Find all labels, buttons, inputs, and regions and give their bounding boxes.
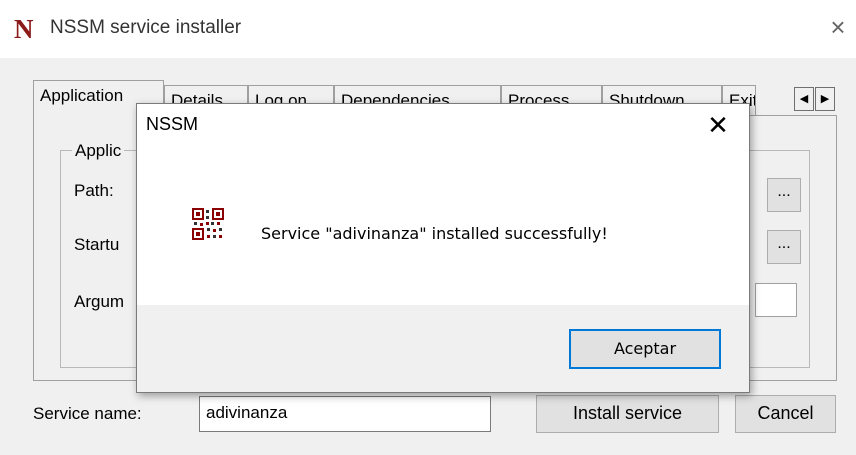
application-group-legend: Applic xyxy=(72,141,125,161)
aceptar-button[interactable]: Aceptar xyxy=(569,329,721,369)
qr-code-icon xyxy=(192,208,224,240)
arguments-label: Argum xyxy=(74,292,125,311)
service-name-input[interactable]: adivinanza xyxy=(199,396,491,432)
title-bar: N NSSM service installer × xyxy=(0,0,856,58)
cancel-button[interactable]: Cancel xyxy=(735,395,836,433)
dialog-close-button[interactable]: ✕ xyxy=(701,110,735,140)
dialog-footer: Aceptar xyxy=(137,305,749,392)
window-title: NSSM service installer xyxy=(50,17,242,38)
path-browse-button[interactable]: ... xyxy=(767,178,801,212)
dialog-title: NSSM xyxy=(146,114,199,134)
install-service-button[interactable]: Install service xyxy=(536,395,719,433)
tab-scroll-right-button[interactable]: ▶ xyxy=(815,87,835,111)
startup-directory-label: Startu xyxy=(74,235,120,254)
dialog-message: Service "adivinanza" installed successfu… xyxy=(261,224,608,243)
nssm-app-icon: N xyxy=(14,14,34,44)
success-message-dialog: NSSM ✕ Service "adivinanza" installed su… xyxy=(136,103,750,393)
arguments-input[interactable] xyxy=(755,283,797,317)
path-label: Path: xyxy=(74,181,114,200)
window-close-button[interactable]: × xyxy=(824,13,852,41)
tab-scroll-left-button[interactable]: ◀ xyxy=(794,87,814,111)
startup-browse-button[interactable]: ... xyxy=(767,230,801,264)
service-name-label: Service name: xyxy=(33,404,142,423)
